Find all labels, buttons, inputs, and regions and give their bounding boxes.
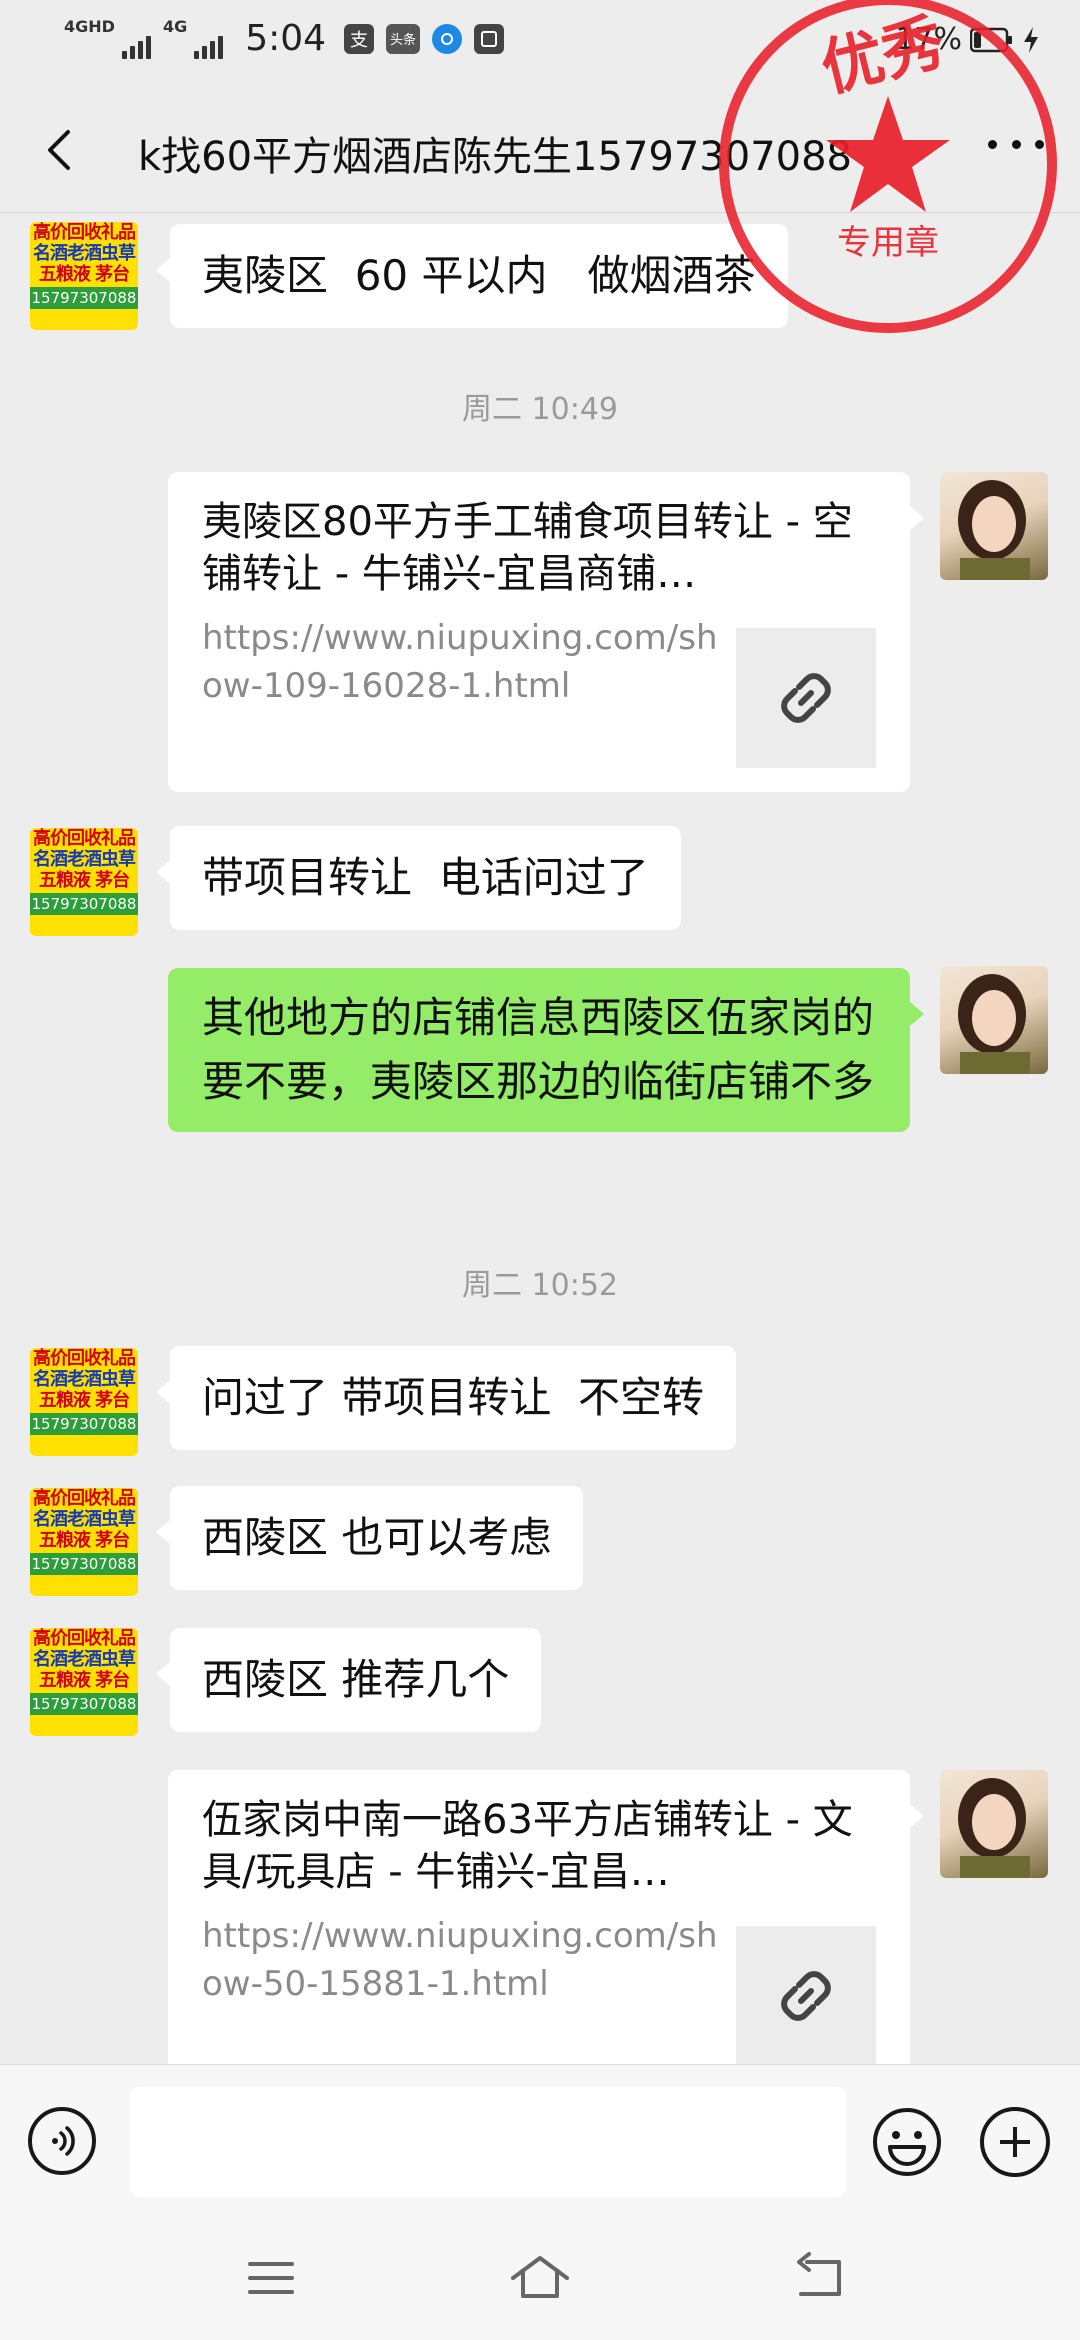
self-avatar[interactable] [940,472,1048,580]
back-icon [797,2252,841,2296]
avatar-line-3: 五粮液 茅台 [38,264,130,285]
avatar-line-2: 名酒老酒虫草 [33,1649,136,1670]
plus-button[interactable] [980,2107,1050,2177]
avatar-line-3: 五粮液 茅台 [38,1390,130,1411]
avatar-line-2: 名酒老酒虫草 [33,1509,136,1530]
chevron-left-icon [48,130,70,170]
link-icon [781,673,831,723]
message-input[interactable] [130,2087,846,2197]
home-button[interactable] [505,2248,575,2308]
input-bar [0,2064,1080,2215]
message-bubble[interactable]: 夷陵区 60 平以内 做烟酒茶 [156,224,788,328]
menu-icon [248,2262,294,2294]
contact-avatar[interactable]: 高价回收礼品 名酒老酒虫草 五粮液 茅台 15797307088 [30,222,138,330]
stamp-text-bottom: 专用章 [837,223,939,263]
avatar-line-3: 五粮液 茅台 [38,870,130,891]
back-nav-button[interactable] [785,2248,855,2308]
network-type-2: 4G [162,16,188,36]
battery-percent: 17% [895,22,962,57]
status-bar: 4GHD 4G 5:04 支 头条 17% [0,0,1080,84]
avatar-line-1: 高价回收礼品 [33,828,136,849]
link-icon [781,1971,831,2021]
signal-icon: 4GHD [64,16,151,59]
link-card-thumbnail [736,1926,876,2066]
menu-button[interactable] [236,2248,306,2308]
timestamp: 周二 10:49 [462,392,618,427]
battery-icon [970,27,1012,52]
alipay-icon: 支 [344,23,375,54]
avatar-line-1: 高价回收礼品 [33,1348,136,1369]
link-card[interactable]: 伍家岗中南一路63平方店铺转让 - 文具/玩具店 - 牛铺兴-宜昌… https… [168,1770,924,2090]
avatar-line-2: 名酒老酒虫草 [33,1369,136,1390]
avatar-line-1: 高价回收礼品 [33,1488,136,1509]
timestamp: 周二 10:52 [462,1268,618,1303]
avatar-line-3: 五粮液 茅台 [38,1530,130,1551]
contact-avatar[interactable]: 高价回收礼品 名酒老酒虫草 五粮液 茅台 15797307088 [30,1488,138,1596]
message-bubble[interactable]: 西陵区 也可以考虑 [155,1486,584,1590]
emoji-button[interactable] [872,2107,942,2177]
self-avatar-photo [958,1778,1030,1878]
album-icon [474,23,505,54]
toutiao-icon: 头条 [386,23,421,54]
avatar-line-1: 高价回收礼品 [33,222,136,243]
link-card-title: 夷陵区80平方手工辅食项目转让 - 空铺转让 - 牛铺兴-宜昌商铺… [202,499,853,597]
avatar-line-1: 高价回收礼品 [33,1628,136,1649]
message-bubble[interactable]: 带项目转让 电话问过了 [156,826,681,930]
link-card[interactable]: 夷陵区80平方手工辅食项目转让 - 空铺转让 - 牛铺兴-宜昌商铺… https… [168,472,924,792]
self-avatar[interactable] [940,1770,1048,1878]
status-time: 5:04 [245,18,327,59]
home-icon [511,2256,569,2298]
link-card-title: 伍家岗中南一路63平方店铺转让 - 文具/玩具店 - 牛铺兴-宜昌… [202,1797,853,1895]
more-icon [988,140,997,149]
contact-avatar[interactable]: 高价回收礼品 名酒老酒虫草 五粮液 茅台 15797307088 [30,1628,138,1736]
charging-icon [1024,26,1038,53]
message-bubble[interactable]: 西陵区 推荐几个 [155,1628,542,1732]
link-card-url: https://www.niupuxing.com/show-50-15881-… [202,1916,718,2004]
emoji-icon [873,2108,941,2176]
voice-icon [52,2126,75,2156]
self-avatar-photo [958,974,1030,1074]
self-avatar[interactable] [940,966,1048,1074]
message-bubble-self[interactable]: 其他地方的店铺信息西陵区伍家岗的要不要，夷陵区那边的临街店铺不多 [168,968,924,1132]
wechat-pay-icon [432,23,463,54]
chat-title: k找60平方烟酒店陈先生15797307088 [138,134,853,180]
chat-header: k找60平方烟酒店陈先生15797307088 [0,84,1080,216]
back-button[interactable] [30,120,90,180]
avatar-phone: 15797307088 [30,893,138,915]
link-card-thumbnail [736,628,876,768]
message-bubble[interactable]: 问过了 带项目转让 不空转 [155,1346,737,1450]
network-type-1: 4GHD [64,16,115,36]
signal-icon-2: 4G [162,16,224,59]
more-button[interactable] [988,140,1044,160]
avatar-line-3: 五粮液 茅台 [38,1670,130,1691]
contact-avatar[interactable]: 高价回收礼品 名酒老酒虫草 五粮液 茅台 15797307088 [30,828,138,936]
header-divider [0,212,1080,213]
avatar-phone: 15797307088 [30,1693,138,1715]
status-bar-right: 17% [895,22,1040,57]
system-nav-bar [0,2214,1080,2340]
avatar-line-2: 名酒老酒虫草 [33,849,136,870]
avatar-line-2: 名酒老酒虫草 [33,243,136,264]
status-bar-left: 4GHD 4G 5:04 支 头条 [64,16,505,59]
chat-screen: 4GHD 4G 5:04 支 头条 17% k找60平方烟酒店陈先生157973… [0,0,1080,2340]
avatar-phone: 15797307088 [30,287,138,309]
self-avatar-photo [958,480,1030,580]
contact-avatar[interactable]: 高价回收礼品 名酒老酒虫草 五粮液 茅台 15797307088 [30,1348,138,1456]
avatar-phone: 15797307088 [30,1553,138,1575]
voice-button[interactable] [28,2107,96,2175]
avatar-phone: 15797307088 [30,1413,138,1435]
link-card-url: https://www.niupuxing.com/show-109-16028… [202,618,718,706]
